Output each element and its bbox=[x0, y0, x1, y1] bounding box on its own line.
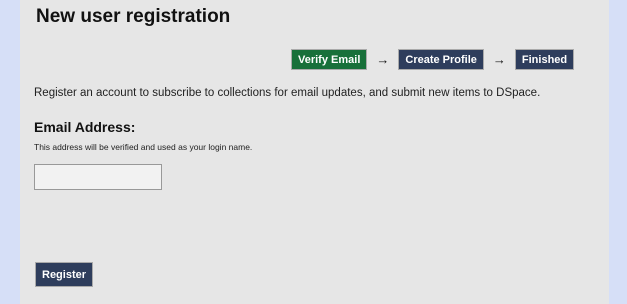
email-label: Email Address: bbox=[34, 119, 136, 135]
step-finished: Finished bbox=[514, 49, 575, 70]
page-title: New user registration bbox=[36, 6, 231, 27]
register-button[interactable]: Register bbox=[35, 262, 94, 287]
step-arrow-icon: → bbox=[376, 52, 390, 67]
intro-text: Register an account to subscribe to coll… bbox=[34, 87, 541, 99]
step-create-profile: Create Profile bbox=[398, 49, 484, 70]
step-arrow-icon: → bbox=[492, 52, 506, 67]
email-field[interactable] bbox=[34, 164, 162, 190]
registration-panel: New user registration Verify Email → Cre… bbox=[20, 0, 609, 304]
progress-steps: Verify Email → Create Profile → Finished bbox=[291, 49, 575, 70]
step-verify-email: Verify Email bbox=[291, 49, 368, 70]
email-help-text: This address will be verified and used a… bbox=[34, 142, 253, 152]
